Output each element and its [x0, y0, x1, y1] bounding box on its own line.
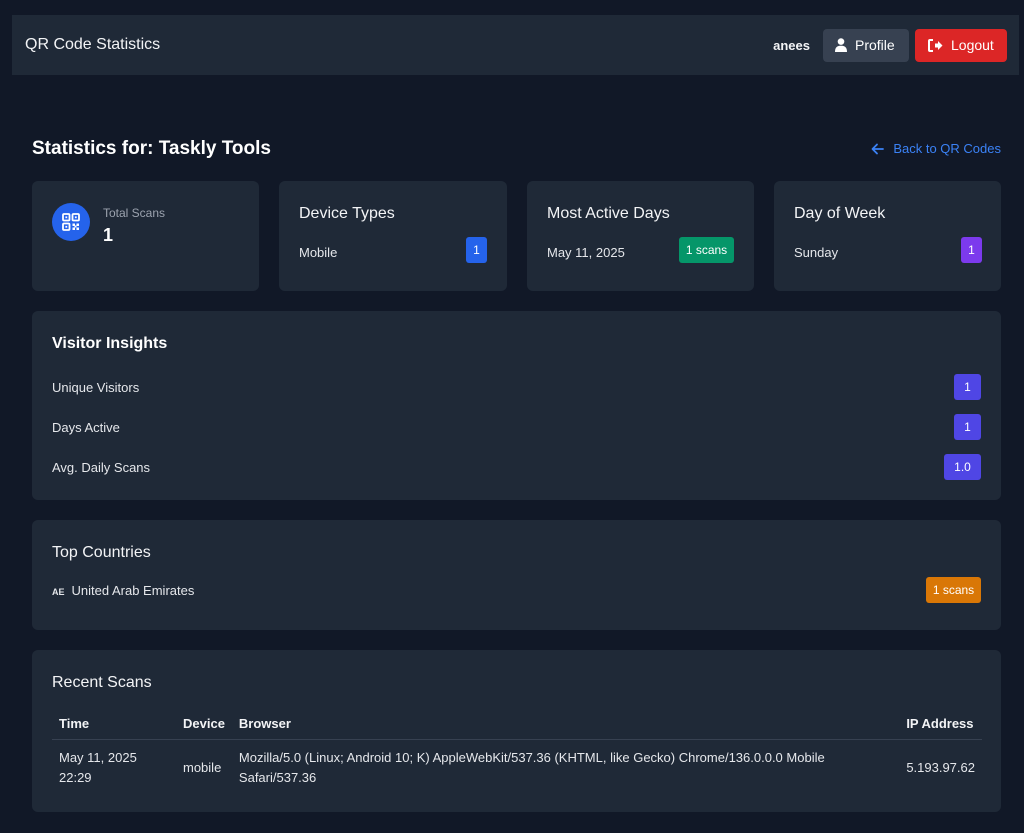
page-title: Statistics for: Taskly Tools — [32, 138, 271, 159]
device-type-label: Mobile — [299, 245, 338, 260]
device-types-card: Device Types Mobile 1 — [279, 181, 507, 291]
total-scans-card: Total Scans 1 — [32, 181, 259, 291]
profile-button-label: Profile — [855, 37, 895, 53]
country-code: AE — [52, 587, 65, 597]
logout-button-label: Logout — [951, 37, 994, 53]
country-count-badge: 1 scans — [926, 577, 981, 603]
days-active-label: Days Active — [52, 420, 120, 435]
back-link-label: Back to QR Codes — [893, 141, 1001, 156]
table-row: May 11, 2025 22:29 mobile Mozilla/5.0 (L… — [52, 740, 982, 797]
avg-daily-scans-label: Avg. Daily Scans — [52, 460, 151, 475]
logout-button[interactable]: Logout — [915, 28, 1007, 62]
top-countries-card: Top Countries AE United Arab Emirates 1 … — [32, 520, 1001, 630]
back-to-qr-codes-link[interactable]: Back to QR Codes — [871, 141, 1001, 156]
column-header-time: Time — [52, 709, 176, 740]
visitor-insights-title: Visitor Insights — [52, 335, 168, 352]
username: anees — [773, 37, 810, 53]
top-countries-title: Top Countries — [52, 544, 151, 561]
column-header-ip-address: IP Address — [899, 709, 982, 740]
country-name: United Arab Emirates — [71, 583, 195, 598]
scan-date: May 11, 2025 — [59, 750, 137, 765]
unique-visitors-label: Unique Visitors — [52, 380, 140, 395]
most-active-days-card: Most Active Days May 11, 2025 1 scans — [527, 181, 754, 291]
user-icon — [835, 38, 847, 52]
days-active-badge: 1 — [954, 414, 981, 440]
recent-scans-card: Recent Scans Time Device Browser IP Addr… — [32, 650, 1001, 812]
day-of-week-title: Day of Week — [794, 205, 886, 222]
total-scans-label: Total Scans — [103, 206, 166, 220]
country-row: AE United Arab Emirates — [52, 583, 194, 598]
qrcode-icon-circle — [52, 203, 90, 241]
avg-daily-scans-badge: 1.0 — [944, 454, 981, 480]
device-type-count-badge: 1 — [466, 237, 487, 263]
active-day-label: May 11, 2025 — [547, 245, 625, 260]
active-day-count-badge: 1 scans — [679, 237, 734, 263]
recent-scans-table: Time Device Browser IP Address May 11, 2… — [52, 709, 982, 796]
profile-button[interactable]: Profile — [823, 28, 909, 62]
day-of-week-label: Sunday — [794, 245, 839, 260]
table-header-row: Time Device Browser IP Address — [52, 709, 982, 740]
scan-ip-cell: 5.193.97.62 — [906, 760, 975, 775]
unique-visitors-badge: 1 — [954, 374, 981, 400]
scan-time-cell: May 11, 2025 22:29 — [52, 740, 176, 797]
scan-device-cell: mobile — [183, 760, 222, 775]
total-scans-value: 1 — [103, 225, 114, 245]
column-header-device: Device — [176, 709, 232, 740]
scan-clock: 22:29 — [59, 770, 92, 785]
scan-browser-cell: Mozilla/5.0 (Linux; Android 10; K) Apple… — [238, 750, 825, 785]
most-active-days-title: Most Active Days — [547, 205, 670, 222]
day-of-week-card: Day of Week Sunday 1 — [774, 181, 1001, 291]
qrcode-icon — [62, 213, 80, 231]
navbar: QR Code Statistics anees Profile Logout — [12, 15, 1019, 75]
visitor-insights-card: Visitor Insights Unique Visitors 1 Days … — [32, 311, 1001, 500]
day-of-week-count-badge: 1 — [961, 237, 982, 263]
column-header-browser: Browser — [231, 709, 900, 740]
device-types-title: Device Types — [299, 205, 395, 222]
arrow-left-icon — [871, 143, 885, 154]
sign-out-icon — [928, 38, 943, 52]
recent-scans-title: Recent Scans — [52, 674, 152, 691]
app-brand[interactable]: QR Code Statistics — [25, 36, 160, 54]
navbar-right: anees Profile Logout — [773, 28, 1007, 62]
